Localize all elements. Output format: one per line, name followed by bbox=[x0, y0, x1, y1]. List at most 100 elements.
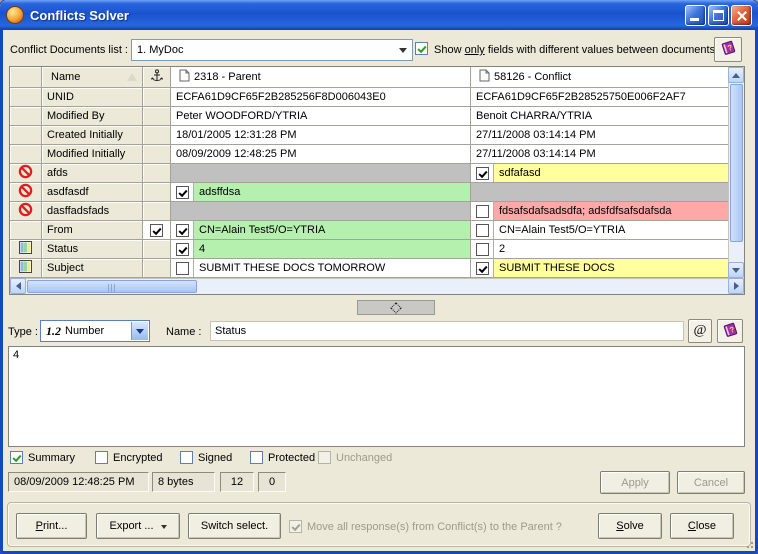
field-name-input[interactable]: Status bbox=[210, 321, 684, 341]
parent-value[interactable]: 4 bbox=[194, 240, 470, 258]
header-name[interactable]: Name bbox=[42, 67, 143, 88]
doc-list-combobox[interactable]: 1. MyDoc bbox=[131, 39, 413, 61]
parent-value-cell[interactable]: CN=Alain Test5/O=YTRIA bbox=[171, 221, 471, 240]
conflict-value[interactable]: 27/11/2008 03:14:14 PM bbox=[471, 126, 728, 144]
anchor-icon bbox=[151, 69, 163, 86]
conflict-select-checkbox[interactable] bbox=[476, 205, 489, 218]
flag-label: Protected bbox=[268, 452, 315, 464]
minimize-button[interactable] bbox=[685, 5, 706, 26]
conflict-value[interactable]: 27/11/2008 03:14:14 PM bbox=[471, 145, 728, 163]
parent-value-cell[interactable] bbox=[171, 164, 471, 183]
parent-select-checkbox[interactable] bbox=[176, 186, 189, 199]
parent-value-cell[interactable]: adsffdsa bbox=[171, 183, 471, 202]
conflict-value-cell[interactable]: Benoit CHARRA/YTRIA bbox=[471, 107, 728, 126]
parent-value[interactable]: 18/01/2005 12:31:28 PM bbox=[171, 126, 470, 144]
parent-value-cell[interactable] bbox=[171, 202, 471, 221]
switch-select-button[interactable]: Switch select. bbox=[188, 513, 281, 539]
arrow-left-icon bbox=[12, 282, 21, 290]
conflict-select-checkbox[interactable] bbox=[476, 224, 489, 237]
parent-value-cell[interactable]: 4 bbox=[171, 240, 471, 259]
maximize-button[interactable] bbox=[708, 5, 729, 26]
scroll-down-button[interactable] bbox=[728, 262, 744, 278]
conflict-select-checkbox[interactable] bbox=[476, 243, 489, 256]
chevron-down-icon[interactable] bbox=[131, 322, 148, 340]
parent-select-checkbox[interactable] bbox=[176, 262, 189, 275]
table-row: SubjectSUBMIT THESE DOCS TOMORROWSUBMIT … bbox=[10, 259, 728, 278]
show-only-checkbox[interactable] bbox=[415, 42, 428, 55]
row-icon-cell bbox=[10, 202, 42, 221]
close-icon bbox=[732, 6, 751, 25]
parent-select-checkbox[interactable] bbox=[176, 243, 189, 256]
minimize-icon bbox=[690, 18, 699, 21]
conflict-value[interactable]: ECFA61D9CF65F2B28525750E006F2AF7 bbox=[471, 88, 728, 106]
conflict-value[interactable]: Benoit CHARRA/YTRIA bbox=[471, 107, 728, 125]
parent-value[interactable]: Peter WOODFORD/YTRIA bbox=[171, 107, 470, 125]
parent-value-cell[interactable]: SUBMIT THESE DOCS TOMORROW bbox=[171, 259, 471, 278]
anchor-cell bbox=[143, 145, 171, 164]
parent-value-cell[interactable]: Peter WOODFORD/YTRIA bbox=[171, 107, 471, 126]
forbidden-icon bbox=[18, 164, 33, 182]
conflict-select-checkbox[interactable] bbox=[476, 167, 489, 180]
conflict-value[interactable]: SUBMIT THESE DOCS bbox=[494, 259, 728, 277]
anchor-cell bbox=[143, 107, 171, 126]
flag-label: Unchanged bbox=[336, 452, 392, 464]
conflict-value-cell[interactable]: 27/11/2008 03:14:14 PM bbox=[471, 126, 728, 145]
flag-checkbox-encrypted[interactable] bbox=[95, 451, 108, 464]
parent-value-cell[interactable]: 18/01/2005 12:31:28 PM bbox=[171, 126, 471, 145]
export-button[interactable]: Export ... bbox=[96, 513, 180, 539]
flag-label: Signed bbox=[198, 452, 232, 464]
conflict-value-cell[interactable] bbox=[471, 183, 728, 202]
conflict-select-checkbox[interactable] bbox=[476, 262, 489, 275]
scroll-right-button[interactable] bbox=[728, 278, 744, 294]
parent-value[interactable]: CN=Alain Test5/O=YTRIA bbox=[194, 221, 470, 239]
anchor-checkbox[interactable] bbox=[150, 224, 163, 237]
flag-checkbox-protected[interactable] bbox=[250, 451, 263, 464]
help-book-button[interactable]: ? bbox=[714, 37, 742, 62]
conflict-value[interactable]: sdfafasd bbox=[494, 164, 728, 182]
parent-value[interactable]: 08/09/2009 12:48:25 PM bbox=[171, 145, 470, 163]
field-help-book-button[interactable]: ? bbox=[717, 319, 743, 343]
close-dialog-button[interactable]: Close bbox=[670, 513, 734, 539]
horizontal-scrollbar[interactable] bbox=[10, 278, 744, 294]
book-icon: ? bbox=[722, 322, 739, 341]
vertical-scrollbar[interactable] bbox=[728, 67, 744, 278]
horizontal-scroll-thumb[interactable] bbox=[27, 280, 197, 293]
close-button[interactable] bbox=[731, 5, 752, 26]
conflict-value-cell[interactable]: sdfafasd bbox=[471, 164, 728, 183]
conflict-value-cell[interactable]: 27/11/2008 03:14:14 PM bbox=[471, 145, 728, 164]
parent-value-cell[interactable]: 08/09/2009 12:48:25 PM bbox=[171, 145, 471, 164]
conflict-value-cell[interactable]: CN=Alain Test5/O=YTRIA bbox=[471, 221, 728, 240]
row-field-name: Created Initially bbox=[42, 126, 143, 145]
parent-value[interactable]: SUBMIT THESE DOCS TOMORROW bbox=[194, 259, 470, 277]
doc-list-label: Conflict Documents list : bbox=[10, 44, 128, 56]
print-button[interactable]: Print... bbox=[16, 513, 87, 539]
header-conflict-doc[interactable]: 58126 - Conflict bbox=[471, 67, 728, 88]
header-anchor[interactable] bbox=[143, 67, 171, 88]
conflict-value-cell[interactable]: SUBMIT THESE DOCS bbox=[471, 259, 728, 278]
row-field-name: Status bbox=[42, 240, 143, 259]
solve-button[interactable]: Solve bbox=[598, 513, 662, 539]
parent-select-checkbox[interactable] bbox=[176, 224, 189, 237]
type-combobox[interactable]: 1.2 Number bbox=[40, 320, 150, 342]
vertical-scroll-thumb[interactable] bbox=[730, 84, 743, 242]
conflict-value-cell[interactable]: ECFA61D9CF65F2B28525750E006F2AF7 bbox=[471, 88, 728, 107]
flag-checkbox-signed[interactable] bbox=[180, 451, 193, 464]
conflict-value-cell[interactable]: 2 bbox=[471, 240, 728, 259]
parent-value[interactable]: adsffdsa bbox=[194, 183, 470, 201]
flag-checkbox-summary[interactable] bbox=[10, 451, 23, 464]
scroll-up-button[interactable] bbox=[728, 67, 744, 83]
splitter-handle[interactable] bbox=[357, 300, 435, 315]
conflict-value-cell[interactable]: fdsafsdafsadsdfa; adsfdfsafsdafsda bbox=[471, 202, 728, 221]
field-value-editor[interactable]: 4 bbox=[8, 346, 745, 447]
header-parent-doc[interactable]: 2318 - Parent bbox=[171, 67, 471, 88]
conflict-value[interactable]: 2 bbox=[494, 240, 728, 258]
parent-value-cell[interactable]: ECFA61D9CF65F2B285256F8D006043E0 bbox=[171, 88, 471, 107]
chevron-down-icon[interactable] bbox=[399, 48, 407, 57]
conflict-value[interactable]: CN=Alain Test5/O=YTRIA bbox=[494, 221, 728, 239]
resize-grip[interactable] bbox=[743, 538, 753, 548]
conflict-value[interactable]: fdsafsdafsadsdfa; adsfdfsafsdafsda bbox=[494, 202, 728, 220]
scroll-left-button[interactable] bbox=[10, 278, 26, 294]
formula-at-button[interactable]: @ bbox=[688, 319, 712, 343]
row-field-name: From bbox=[42, 221, 143, 240]
parent-value[interactable]: ECFA61D9CF65F2B285256F8D006043E0 bbox=[171, 88, 470, 106]
